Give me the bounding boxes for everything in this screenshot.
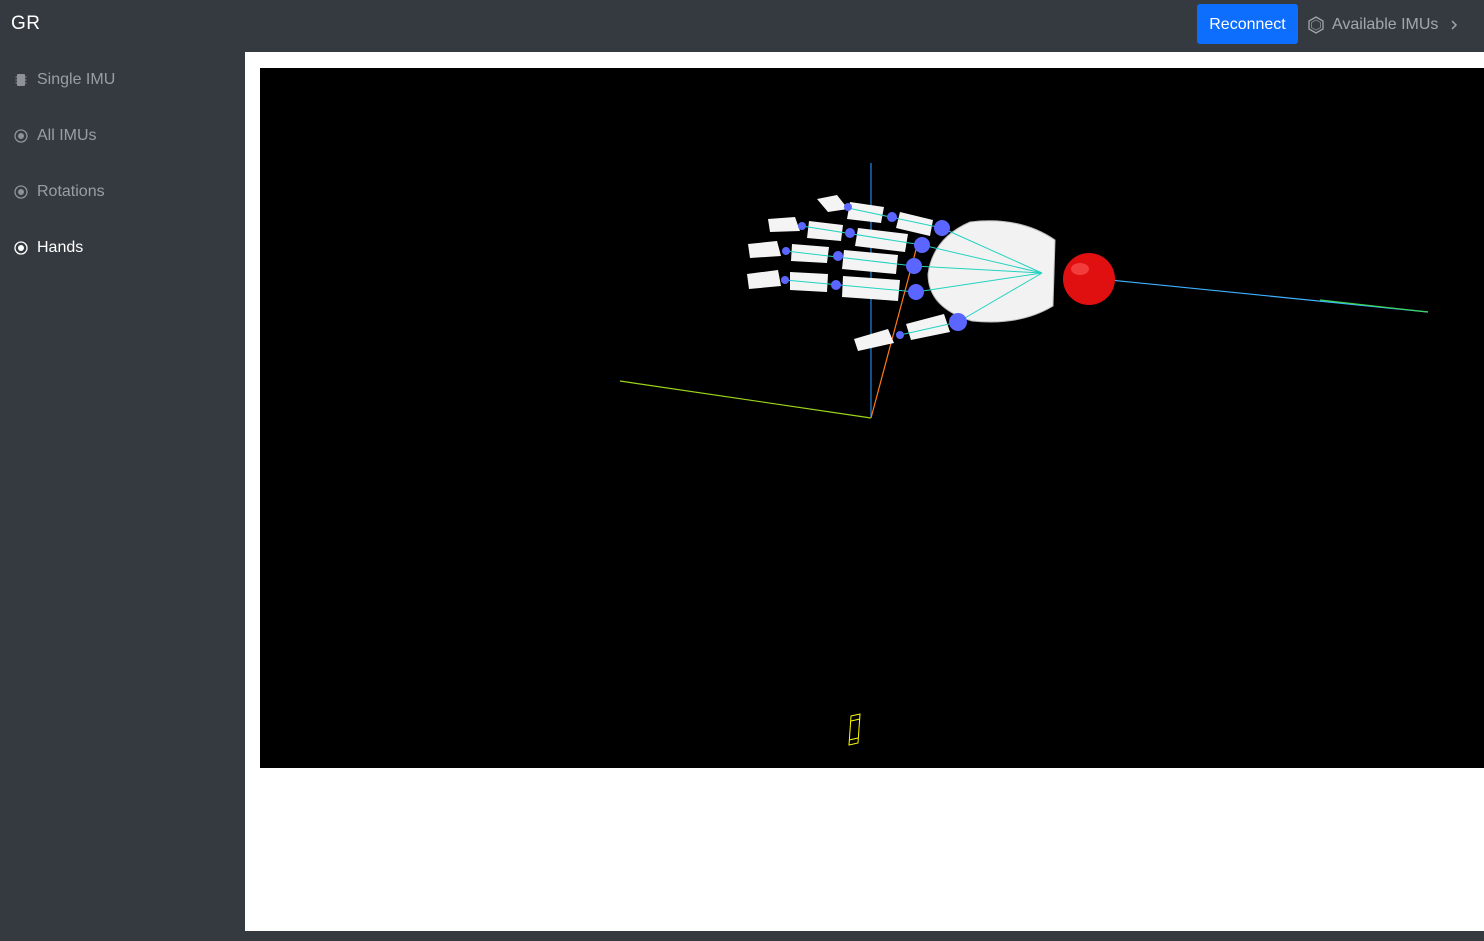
finger-pinky xyxy=(747,270,924,301)
sidebar-item-hands[interactable]: Hands xyxy=(0,226,245,270)
sidebar-item-single-imu[interactable]: Single IMU xyxy=(0,58,245,102)
sidebar-item-all-imus[interactable]: All IMUs xyxy=(0,114,245,158)
sidebar: Single IMU All IMUs Rotations Hands xyxy=(0,52,245,941)
device-icon xyxy=(15,74,27,86)
available-imus-toggle[interactable]: Available IMUs xyxy=(1306,14,1460,36)
3d-viewport[interactable] xyxy=(260,68,1484,768)
main-content xyxy=(245,52,1484,931)
target-icon xyxy=(14,241,28,255)
sidebar-item-label: All IMUs xyxy=(37,127,97,144)
top-navbar: GR Reconnect Available IMUs xyxy=(0,0,1484,52)
wrist-sphere xyxy=(1063,253,1115,305)
axis-x xyxy=(619,380,872,419)
sidebar-item-label: Rotations xyxy=(37,183,105,200)
hand-scene xyxy=(619,163,1429,746)
reconnect-button[interactable]: Reconnect xyxy=(1197,4,1298,44)
imu-marker xyxy=(848,713,861,746)
bottom-strip xyxy=(0,931,1484,941)
hexagon-icon xyxy=(1308,16,1324,34)
chevron-right-icon xyxy=(1451,20,1458,30)
sidebar-item-rotations[interactable]: Rotations xyxy=(0,170,245,214)
available-imus-label: Available IMUs xyxy=(1332,16,1439,33)
target-icon xyxy=(14,185,28,199)
sidebar-item-label: Hands xyxy=(37,239,84,256)
sidebar-item-label: Single IMU xyxy=(37,71,116,88)
target-icon xyxy=(14,129,28,143)
brand-title[interactable]: GR xyxy=(11,13,41,35)
forearm-axis-tail xyxy=(1319,299,1429,313)
